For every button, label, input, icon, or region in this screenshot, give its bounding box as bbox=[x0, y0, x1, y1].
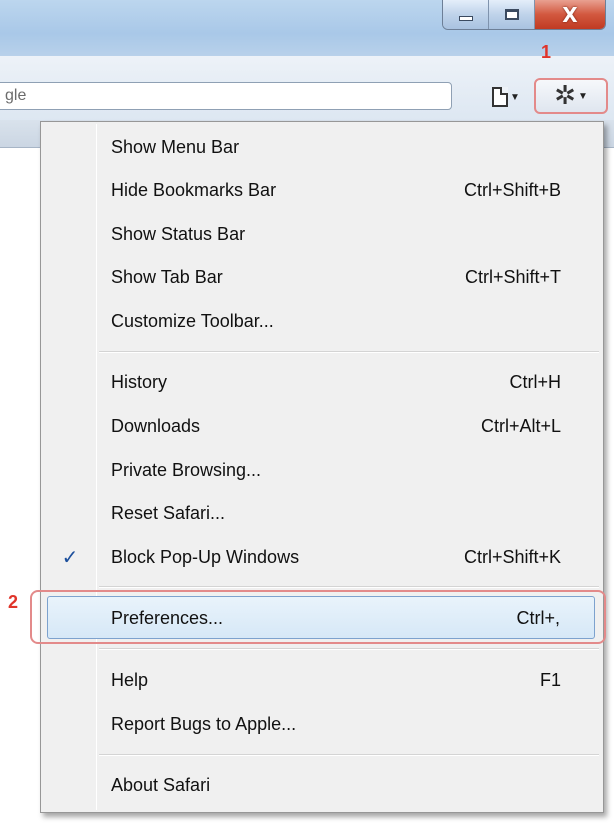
menu-item-label: Help bbox=[111, 670, 149, 690]
menu-item-show-status-bar[interactable]: Show Status Bar bbox=[43, 213, 601, 256]
page-icon bbox=[492, 87, 509, 107]
menu-item-shortcut: Ctrl+Shift+B bbox=[463, 180, 561, 200]
menu-item-hide-bookmarks-bar[interactable]: Hide Bookmarks Bar Ctrl+Shift+B bbox=[43, 169, 601, 212]
gear-icon: ✲ bbox=[554, 81, 576, 111]
menu-item-label: Downloads bbox=[111, 416, 201, 436]
menu-item-label: Private Browsing... bbox=[111, 460, 262, 480]
settings-menu: Show Menu Bar Hide Bookmarks Bar Ctrl+Sh… bbox=[40, 121, 604, 813]
checkmark-icon: ✓ bbox=[61, 545, 79, 569]
menu-item-downloads[interactable]: Downloads Ctrl+Alt+L bbox=[43, 405, 601, 448]
page-menu-button[interactable]: ▼ bbox=[483, 82, 529, 112]
menu-item-label: History bbox=[111, 372, 168, 392]
search-input[interactable] bbox=[0, 82, 452, 110]
menu-item-label: Report Bugs to Apple... bbox=[111, 714, 297, 734]
menu-item-help[interactable]: Help F1 bbox=[43, 659, 601, 702]
chevron-down-icon: ▼ bbox=[577, 90, 588, 102]
menu-item-label: Show Status Bar bbox=[111, 224, 246, 244]
menu-item-label: Show Tab Bar bbox=[111, 267, 223, 287]
close-button[interactable]: X bbox=[535, 0, 605, 29]
annotation-step-2: 2 bbox=[8, 592, 19, 612]
maximize-button[interactable] bbox=[489, 0, 535, 29]
menu-item-about-safari[interactable]: About Safari bbox=[43, 764, 601, 807]
menu-item-shortcut: F1 bbox=[539, 670, 561, 690]
menu-item-shortcut: Ctrl+Alt+L bbox=[480, 416, 561, 436]
menu-separator bbox=[99, 351, 599, 353]
maximize-icon bbox=[504, 9, 519, 20]
menu-separator bbox=[99, 648, 599, 650]
title-bar: X bbox=[0, 0, 614, 56]
minimize-button[interactable] bbox=[443, 0, 489, 29]
menu-item-label: About Safari bbox=[111, 775, 211, 795]
minimize-icon bbox=[458, 16, 473, 21]
chevron-down-icon: ▼ bbox=[510, 91, 520, 103]
menu-separator bbox=[99, 586, 599, 588]
menu-item-report-bugs[interactable]: Report Bugs to Apple... bbox=[43, 703, 601, 746]
menu-item-show-tab-bar[interactable]: Show Tab Bar Ctrl+Shift+T bbox=[43, 256, 601, 299]
menu-item-reset-safari[interactable]: Reset Safari... bbox=[43, 492, 601, 535]
close-icon: X bbox=[562, 2, 578, 27]
menu-item-label: Hide Bookmarks Bar bbox=[111, 180, 277, 200]
toolbar: ▼ ✲ ▼ bbox=[0, 56, 614, 120]
menu-item-shortcut: Ctrl+Shift+K bbox=[463, 547, 561, 567]
window-controls: X bbox=[442, 0, 606, 30]
menu-separator bbox=[99, 754, 599, 756]
menu-item-label: Show Menu Bar bbox=[111, 137, 240, 157]
menu-item-show-menu-bar[interactable]: Show Menu Bar bbox=[43, 126, 601, 169]
menu-item-shortcut: Ctrl+Shift+T bbox=[464, 267, 561, 287]
menu-item-private-browsing[interactable]: Private Browsing... bbox=[43, 449, 601, 492]
settings-menu-button[interactable]: ✲ ▼ bbox=[534, 78, 608, 114]
menu-item-history[interactable]: History Ctrl+H bbox=[43, 361, 601, 404]
menu-item-label: Customize Toolbar... bbox=[111, 311, 274, 331]
safari-window: X ▼ ✲ ▼ 1 Show Menu Bar Hide Bookmarks B… bbox=[0, 0, 614, 827]
menu-item-label: Block Pop-Up Windows bbox=[111, 547, 300, 567]
menu-item-customize-toolbar[interactable]: Customize Toolbar... bbox=[43, 300, 601, 343]
menu-item-shortcut: Ctrl+H bbox=[509, 372, 561, 392]
menu-item-block-popup-windows[interactable]: ✓ Block Pop-Up Windows Ctrl+Shift+K bbox=[43, 536, 601, 579]
annotation-step-1: 1 bbox=[541, 42, 552, 62]
menu-item-label: Reset Safari... bbox=[111, 503, 226, 523]
annotation-highlight-box bbox=[30, 590, 606, 644]
